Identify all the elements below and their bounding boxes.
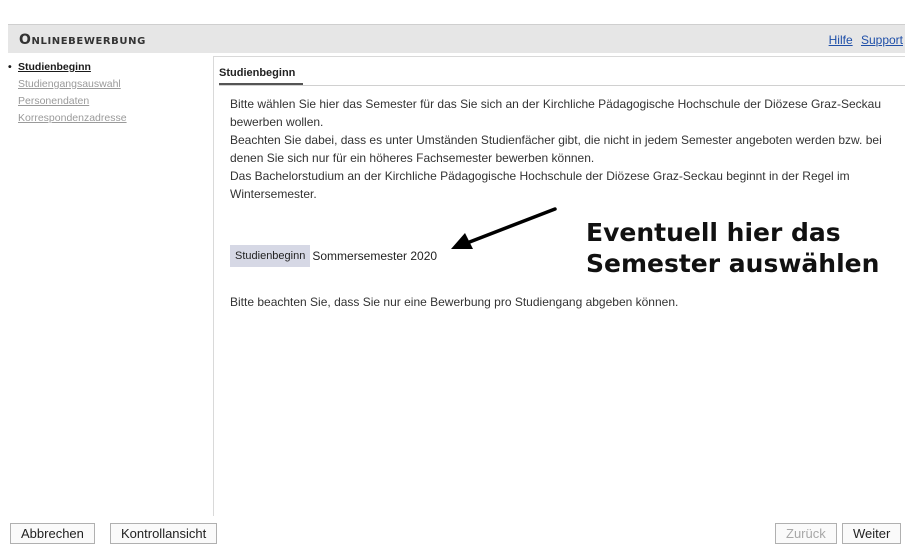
tab-divider: [219, 85, 905, 86]
next-button[interactable]: Weiter: [842, 523, 902, 544]
annotation-text: Eventuell hier das Semester auswählen: [586, 217, 879, 279]
intro-paragraph-1: Bitte wählen Sie hier das Semester für d…: [230, 97, 881, 129]
sidebar-item-studiengangsauswahl[interactable]: Studiengangsauswahl: [8, 79, 208, 90]
page-title: Onlinebewerbung: [19, 32, 146, 48]
sidebar-item-label: Personendaten: [18, 95, 90, 107]
cancel-button[interactable]: Abbrechen: [10, 523, 95, 544]
sidebar-item-label: Korrespondenzadresse: [18, 112, 127, 124]
back-button[interactable]: Zurück: [775, 523, 837, 544]
annotation-line-2: Semester auswählen: [586, 249, 880, 278]
application-note: Bitte beachten Sie, dass Sie nur eine Be…: [230, 295, 679, 309]
sidebar-item-korrespondenzadresse[interactable]: Korrespondenzadresse: [8, 113, 208, 124]
sidebar-item-personendaten[interactable]: Personendaten: [8, 96, 208, 107]
help-link[interactable]: Hilfe: [829, 33, 853, 47]
review-button[interactable]: Kontrollansicht: [110, 523, 218, 544]
intro-text: Bitte wählen Sie hier das Semester für d…: [230, 95, 900, 203]
semester-field: Studienbeginn Sommersemester 2020: [230, 245, 437, 267]
semester-field-label: Studienbeginn: [230, 245, 311, 267]
annotation-line-1: Eventuell hier das: [586, 218, 841, 247]
main-content: Studienbeginn Bitte wählen Sie hier das …: [213, 56, 905, 516]
intro-paragraph-2: Beachten Sie dabei, dass es unter Umstän…: [230, 133, 882, 165]
annotation-arrow-icon: [451, 207, 557, 249]
tab-studienbeginn: Studienbeginn: [219, 67, 304, 85]
sidebar-item-label: Studienbeginn: [18, 61, 91, 73]
bullet-icon: •: [8, 61, 12, 73]
footer-toolbar: Abbrechen Kontrollansicht Zurück Weiter: [8, 523, 905, 544]
sidebar-item-studienbeginn[interactable]: • Studienbeginn: [8, 62, 208, 73]
app-header: Onlinebewerbung Hilfe Support: [8, 24, 905, 53]
support-link[interactable]: Support: [861, 33, 903, 47]
sidebar-item-label: Studiengangsauswahl: [18, 78, 121, 90]
sidebar-nav: • Studienbeginn Studiengangsauswahl Pers…: [8, 62, 208, 130]
intro-paragraph-3: Das Bachelorstudium an der Kirchliche Pä…: [230, 169, 850, 201]
semester-select[interactable]: Sommersemester 2020: [312, 249, 437, 263]
header-links: Hilfe Support: [824, 33, 903, 47]
